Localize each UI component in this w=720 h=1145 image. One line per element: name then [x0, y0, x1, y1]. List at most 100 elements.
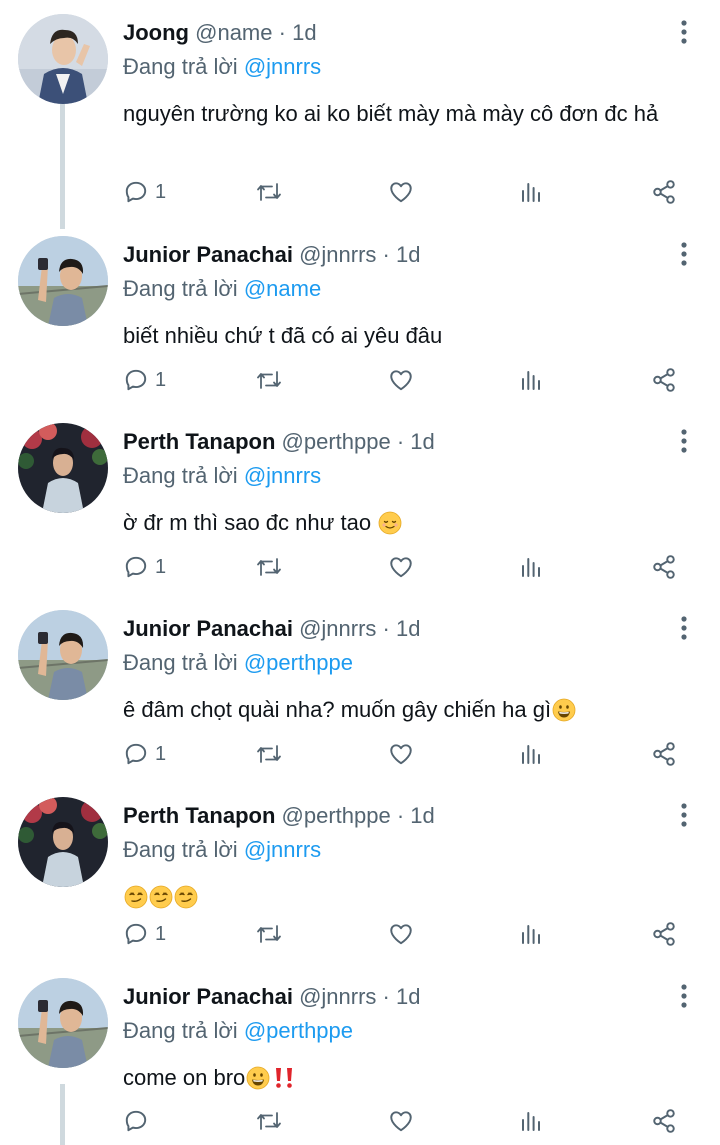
avatar[interactable] [18, 14, 108, 104]
reply-button[interactable]: 1 [123, 175, 166, 209]
share-icon [653, 922, 675, 946]
tweet-text: nguyên trường ko ai ko biết mày mà mày c… [123, 96, 683, 132]
views-icon [522, 371, 540, 390]
more-vertical-icon[interactable] [674, 18, 694, 48]
timestamp[interactable]: 1d [292, 20, 316, 45]
smirking-face-emoji [149, 885, 173, 909]
action-bar: 1 [123, 737, 683, 771]
mention-link[interactable]: @jnnrrs [244, 463, 321, 488]
user-handle[interactable]: @perthppe [282, 429, 391, 454]
views-button[interactable] [519, 1104, 543, 1138]
more-vertical-icon[interactable] [674, 240, 694, 270]
share-button[interactable] [651, 550, 677, 584]
mention-link[interactable]: @jnnrrs [244, 54, 321, 79]
display-name[interactable]: Perth Tanapon [123, 429, 275, 454]
timestamp[interactable]: 1d [410, 429, 434, 454]
share-button[interactable] [651, 175, 677, 209]
share-button[interactable] [651, 363, 677, 397]
replying-to-label: Đang trả lời [123, 463, 238, 488]
retweet-button[interactable] [255, 917, 283, 951]
mention-link[interactable]: @jnnrrs [244, 837, 321, 862]
user-handle[interactable]: @jnnrrs [299, 242, 376, 267]
timestamp[interactable]: 1d [410, 803, 434, 828]
user-handle[interactable]: @perthppe [282, 803, 391, 828]
views-icon [522, 925, 540, 944]
heart-icon [390, 744, 412, 765]
views-button[interactable] [519, 175, 543, 209]
tweet[interactable]: Junior Panachai @jnnrrs · 1d Đang trả lờ… [0, 236, 720, 416]
share-button[interactable] [651, 917, 677, 951]
avatar[interactable] [18, 978, 108, 1068]
views-button[interactable] [519, 737, 543, 771]
replying-to-label: Đang trả lời [123, 276, 238, 301]
more-vertical-icon[interactable] [674, 982, 694, 1012]
share-icon [653, 555, 675, 579]
share-button[interactable] [651, 1104, 677, 1138]
reply-button[interactable] [123, 1104, 155, 1138]
views-button[interactable] [519, 917, 543, 951]
timestamp[interactable]: 1d [396, 984, 420, 1009]
reply-button[interactable]: 1 [123, 363, 166, 397]
like-button[interactable] [387, 917, 415, 951]
tweet-header: Junior Panachai @jnnrrs · 1d [123, 242, 420, 268]
reply-icon [125, 556, 147, 578]
display-name[interactable]: Junior Panachai [123, 616, 293, 641]
like-button[interactable] [387, 1104, 415, 1138]
retweet-button[interactable] [255, 175, 283, 209]
reply-icon [125, 923, 147, 945]
double-exclamation-emoji [276, 1068, 293, 1088]
timestamp[interactable]: 1d [396, 616, 420, 641]
retweet-button[interactable] [255, 737, 283, 771]
reply-icon [125, 369, 147, 391]
user-handle[interactable]: @jnnrrs [299, 616, 376, 641]
display-name[interactable]: Perth Tanapon [123, 803, 275, 828]
smirking-face-emoji [124, 885, 148, 909]
tweet[interactable]: Perth Tanapon @perthppe · 1d Đang trả lờ… [0, 423, 720, 603]
like-button[interactable] [387, 737, 415, 771]
tweet[interactable]: Joong @name · 1d Đang trả lời @jnnrrs ng… [0, 14, 720, 224]
separator: · [382, 984, 390, 1009]
avatar[interactable] [18, 610, 108, 700]
retweet-icon [257, 925, 281, 943]
mention-link[interactable]: @name [244, 276, 321, 301]
views-icon [522, 745, 540, 764]
avatar[interactable] [18, 797, 108, 887]
tweet[interactable]: Perth Tanapon @perthppe · 1d Đang trả lờ… [0, 797, 720, 977]
reply-button[interactable]: 1 [123, 737, 166, 771]
reply-count: 1 [155, 180, 167, 203]
like-button[interactable] [387, 175, 415, 209]
avatar[interactable] [18, 236, 108, 326]
replying-to: Đang trả lời @perthppe [123, 1018, 353, 1044]
display-name[interactable]: Junior Panachai [123, 984, 293, 1009]
retweet-button[interactable] [255, 1104, 283, 1138]
views-button[interactable] [519, 363, 543, 397]
more-vertical-icon[interactable] [674, 427, 694, 457]
replying-to-label: Đang trả lời [123, 1018, 238, 1043]
reply-icon [125, 1110, 147, 1132]
grinning-face-emoji [246, 1066, 270, 1090]
display-name[interactable]: Junior Panachai [123, 242, 293, 267]
timestamp[interactable]: 1d [396, 242, 420, 267]
retweet-button[interactable] [255, 550, 283, 584]
avatar[interactable] [18, 423, 108, 513]
like-button[interactable] [387, 550, 415, 584]
mention-link[interactable]: @perthppe [244, 1018, 353, 1043]
tweet-text [123, 879, 683, 915]
more-vertical-icon[interactable] [674, 614, 694, 644]
like-button[interactable] [387, 363, 415, 397]
views-icon [522, 183, 540, 202]
views-button[interactable] [519, 550, 543, 584]
share-button[interactable] [651, 737, 677, 771]
more-vertical-icon[interactable] [674, 801, 694, 831]
reply-button[interactable]: 1 [123, 550, 166, 584]
reply-count: 1 [155, 555, 167, 578]
retweet-button[interactable] [255, 363, 283, 397]
tweet[interactable]: Junior Panachai @jnnrrs · 1d Đang trả lờ… [0, 978, 720, 1145]
reply-button[interactable]: 1 [123, 917, 166, 951]
mention-link[interactable]: @perthppe [244, 650, 353, 675]
retweet-icon [257, 558, 281, 576]
display-name[interactable]: Joong [123, 20, 189, 45]
tweet[interactable]: Junior Panachai @jnnrrs · 1d Đang trả lờ… [0, 610, 720, 790]
user-handle[interactable]: @jnnrrs [299, 984, 376, 1009]
user-handle[interactable]: @name [195, 20, 272, 45]
